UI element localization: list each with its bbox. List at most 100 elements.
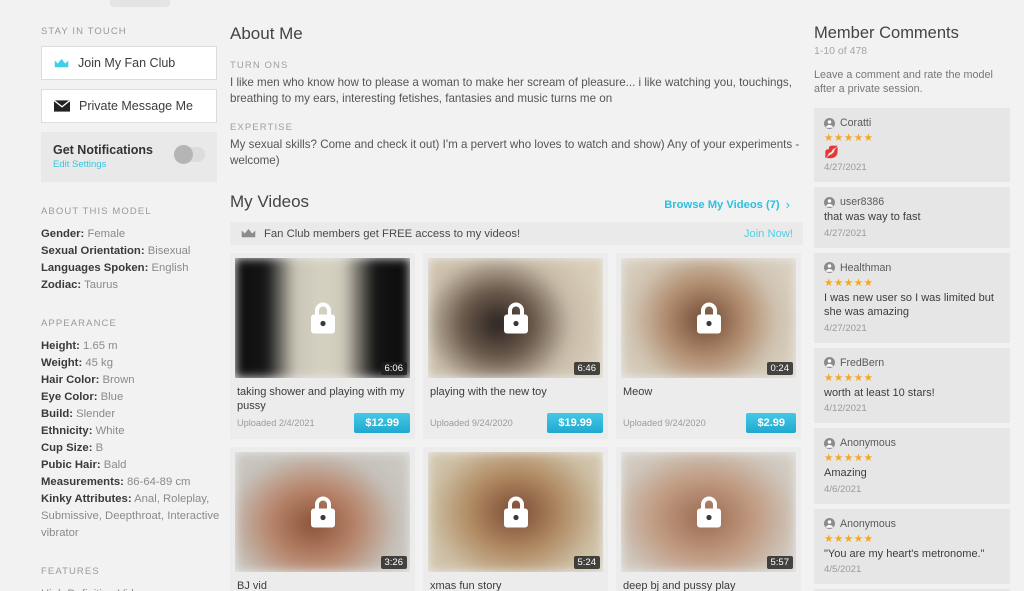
info-row: Kinky Attributes: Anal, Roleplay, Submis… <box>41 491 223 542</box>
video-thumbnail[interactable]: 6:06 <box>235 258 410 378</box>
info-value: Taurus <box>81 279 119 291</box>
member-comments-heading: Member Comments <box>814 24 959 42</box>
comment-rating: ★★★★★ <box>824 452 874 464</box>
info-key: Zodiac: <box>41 279 82 291</box>
info-key: Weight: <box>41 357 83 369</box>
video-title: BJ vid <box>237 580 267 591</box>
comment-text: worth at least 10 stars! <box>824 386 935 399</box>
video-thumbnail[interactable]: 5:24 <box>428 452 603 572</box>
user-avatar-icon <box>824 196 835 208</box>
info-value: Brown <box>99 374 135 386</box>
video-duration: 0:24 <box>766 362 793 375</box>
info-value: English <box>148 262 189 274</box>
lock-icon <box>310 496 335 528</box>
features-value: High Definition Video <box>41 586 223 591</box>
fan-club-banner: Fan Club members get FREE access to my v… <box>230 222 803 245</box>
features-block: FEATURES High Definition Video <box>41 566 223 591</box>
info-value: 86-64-89 cm <box>123 476 191 488</box>
join-fan-club-button[interactable]: Join My Fan Club <box>41 46 217 80</box>
comment-text: "You are my heart's metronome." <box>824 547 985 560</box>
my-videos-header: My Videos Browse My Videos (7) › <box>230 192 800 212</box>
comment-date: 4/12/2021 <box>824 403 867 414</box>
join-now-link[interactable]: Join Now! <box>744 228 793 240</box>
browse-my-videos-link[interactable]: Browse My Videos (7) › <box>664 197 790 212</box>
info-row: Zodiac: Taurus <box>41 277 223 294</box>
info-row: Measurements: 86-64-89 cm <box>41 474 223 491</box>
info-key: Gender: <box>41 228 85 240</box>
info-value: White <box>92 425 125 437</box>
comment-user: FredBern <box>824 357 1000 369</box>
video-uploaded-date: Uploaded 2/4/2021 <box>237 418 315 428</box>
left-sidebar: STAY IN TOUCH Join My Fan Club Private M… <box>0 0 230 591</box>
video-card[interactable]: 5:57deep bj and pussy playUploaded 11/15… <box>616 447 801 591</box>
video-thumbnail[interactable]: 3:26 <box>235 452 410 572</box>
top-cutoff-element <box>110 0 170 7</box>
comment-rating: ★★★★★ <box>824 132 874 144</box>
comment-item: Healthman ★★★★★ I was new user so I was li… <box>814 252 1010 343</box>
comment-rating: ★★★★★ <box>824 371 874 384</box>
video-card[interactable]: 3:26BJ vidUploaded 5/10/2020$10.99 <box>230 447 415 591</box>
lock-icon <box>696 302 721 334</box>
comment-username: Healthman <box>840 261 892 274</box>
crown-icon <box>54 58 69 69</box>
private-message-label: Private Message Me <box>79 99 193 113</box>
video-card[interactable]: 0:24 Meow Uploaded 9/24/2020 $2.99 <box>616 253 801 439</box>
video-thumbnail[interactable]: 6:46 <box>428 258 603 378</box>
video-title: deep bj and pussy play <box>623 580 736 591</box>
comments-note: Leave a comment and rate the model after… <box>814 69 993 95</box>
appearance-block: APPEARANCE Height: 1.65 m Weight: 45 kg Ha… <box>41 318 223 542</box>
info-key: Height: <box>41 340 80 352</box>
comment-date: 4/6/2021 <box>824 483 862 495</box>
appearance-label: APPEARANCE <box>41 318 117 329</box>
edit-settings-link[interactable]: Edit Settings <box>53 159 153 170</box>
lock-icon <box>503 302 528 334</box>
user-avatar-icon <box>824 518 835 529</box>
video-price-button[interactable]: $12.99 <box>354 413 410 433</box>
about-this-model-block: ABOUT THIS MODEL Gender: Female Sexual Or… <box>41 206 223 294</box>
info-key: Build: <box>41 408 73 420</box>
lock-icon <box>503 496 528 528</box>
video-price-button[interactable]: $2.99 <box>746 413 796 433</box>
comment-user: Anonymous <box>824 437 1000 449</box>
video-card[interactable]: 5:24xmas fun storyUploaded 12/22/2019$19… <box>423 447 608 591</box>
private-message-button[interactable]: Private Message Me <box>41 89 217 123</box>
user-avatar-icon <box>824 262 835 273</box>
info-row: Cup Size: B <box>41 440 223 457</box>
turn-ons-label: TURN ONS <box>230 60 289 71</box>
crown-icon <box>241 228 256 239</box>
toggle-knob <box>174 145 193 164</box>
my-videos-heading: My Videos <box>230 192 310 211</box>
video-duration: 5:57 <box>766 556 793 569</box>
info-row: Eye Color: Blue <box>41 389 223 406</box>
video-card[interactable]: 6:06 taking shower and playing with my pu… <box>230 253 415 439</box>
chevron-right-icon: › <box>785 197 790 212</box>
comment-user: Healthman <box>824 262 1000 274</box>
info-value: Slender <box>73 408 116 420</box>
info-value: Bald <box>100 459 127 471</box>
comment-item: user8386 that was way to fast 4/27/2021 <box>814 187 1010 248</box>
video-thumbnail[interactable]: 0:24 <box>621 258 796 378</box>
info-value: B <box>92 442 104 454</box>
comment-rating: ★★★★★ <box>824 532 874 545</box>
notifications-toggle[interactable] <box>174 145 205 164</box>
comment-item: Coratti ★★★★★ 💋 4/27/2021 <box>814 108 1010 182</box>
video-duration: 5:24 <box>573 556 600 569</box>
profile-page: STAY IN TOUCH Join My Fan Club Private M… <box>0 0 1024 591</box>
video-card[interactable]: 6:46 playing with the new toy Uploaded 9/2… <box>423 253 608 439</box>
get-notifications-box: Get Notifications Edit Settings <box>41 132 217 182</box>
info-key: Measurements: <box>41 476 124 488</box>
expertise-label: EXPERTISE <box>230 122 294 133</box>
stay-in-touch-label: STAY IN TOUCH <box>41 26 127 37</box>
info-row: Languages Spoken: English <box>41 260 223 277</box>
comment-user: Coratti <box>824 117 1000 129</box>
member-comments-panel: Member Comments 1-10 of 478 Leave a comm… <box>814 0 1024 591</box>
comment-item: FredBern ★★★★★ worth at least 10 stars! 4/1… <box>814 347 1010 423</box>
info-value: 1.65 m <box>79 340 118 352</box>
fan-banner-text: Fan Club members get FREE access to my v… <box>264 227 521 240</box>
video-price-button[interactable]: $19.99 <box>547 413 603 433</box>
comment-username: Coratti <box>840 117 872 129</box>
lock-icon <box>310 302 335 334</box>
turn-ons-text: I like men who know how to please a woma… <box>230 76 792 105</box>
video-thumbnail[interactable]: 5:57 <box>621 452 796 572</box>
comment-username: Anonymous <box>840 517 896 530</box>
